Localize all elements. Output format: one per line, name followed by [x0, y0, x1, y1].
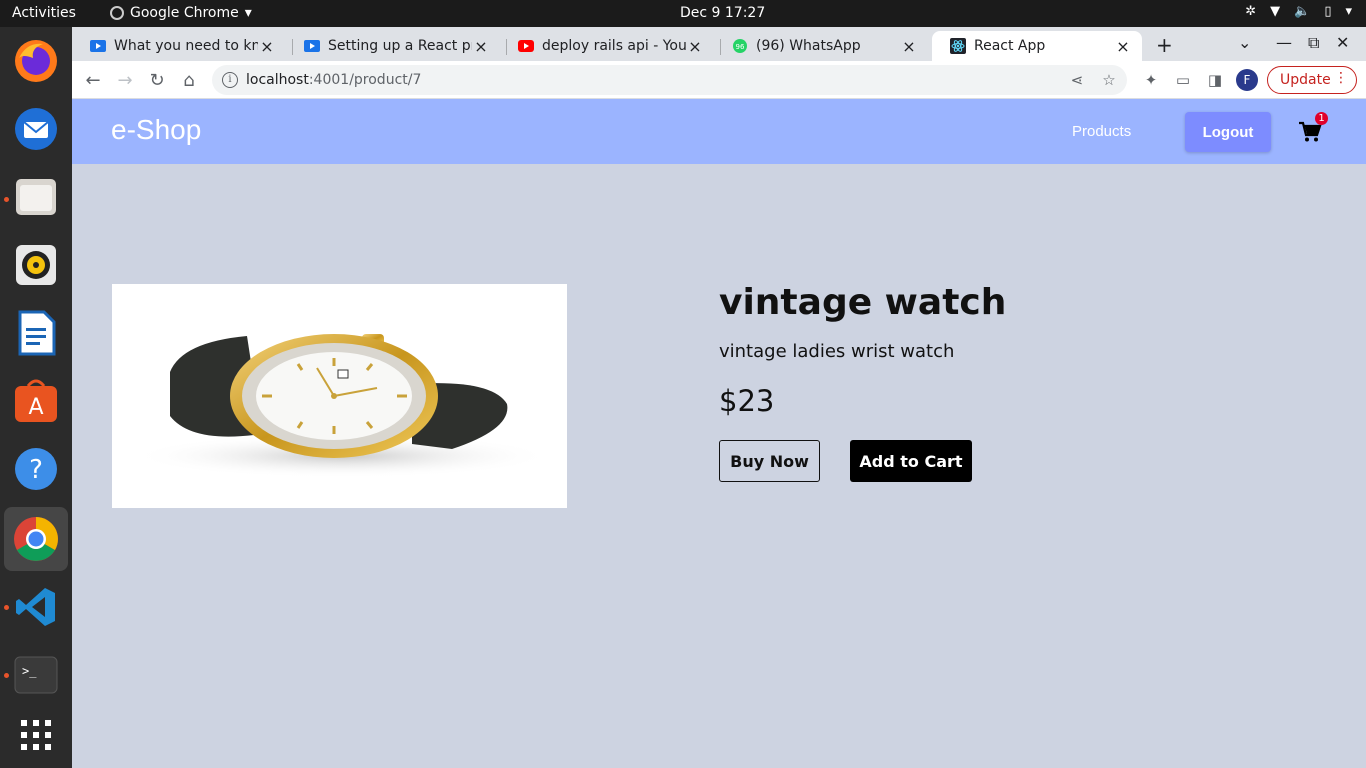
tab-0[interactable]: What you need to kno ×	[72, 31, 286, 61]
home-button[interactable]: ⌂	[176, 67, 202, 93]
terminal-icon[interactable]: >_	[12, 651, 60, 699]
update-button[interactable]: Update ⋮	[1267, 66, 1357, 94]
help-icon[interactable]: ?	[12, 445, 60, 493]
site-info-icon[interactable]: i	[222, 72, 238, 88]
more-menu-icon[interactable]: ⋮	[1334, 70, 1348, 86]
address-bar[interactable]: i localhost:4001/product/7 ⋖ ☆	[212, 65, 1127, 95]
side-panel-icon[interactable]: ◨	[1204, 69, 1226, 91]
app-menu-label: Google Chrome	[130, 5, 239, 21]
react-icon	[950, 38, 966, 54]
close-icon[interactable]: ×	[1114, 37, 1132, 56]
bookmark-star-icon[interactable]: ☆	[1098, 69, 1120, 91]
firefox-icon[interactable]	[12, 37, 60, 85]
close-window-icon[interactable]: ✕	[1336, 33, 1349, 52]
running-indicator	[4, 605, 9, 610]
maximize-icon[interactable]: ⧉	[1308, 33, 1319, 53]
svg-text:A: A	[28, 395, 43, 420]
back-button[interactable]: ←	[80, 67, 106, 93]
files-icon[interactable]	[12, 173, 60, 221]
buy-now-button[interactable]: Buy Now	[719, 440, 820, 482]
tab-search-icon[interactable]: ⌄	[1238, 33, 1251, 52]
chevron-down-icon: ▾	[244, 5, 252, 21]
update-label: Update	[1280, 72, 1331, 88]
site-navbar: e-Shop Products Logout 1	[72, 99, 1366, 164]
profile-avatar[interactable]: F	[1236, 69, 1258, 91]
volume-icon: 🔈	[1294, 4, 1311, 19]
browser-toolbar: ← → ↻ ⌂ i localhost:4001/product/7 ⋖ ☆ ✦…	[72, 61, 1366, 99]
web-page: e-Shop Products Logout 1 vintage watch v…	[72, 99, 1366, 768]
close-icon[interactable]: ×	[686, 37, 704, 56]
close-icon[interactable]: ×	[258, 37, 276, 56]
system-tray[interactable]: ✲ ▼ 🔈 ▯ ▾	[1245, 4, 1352, 19]
product-description: vintage ladies wrist watch	[719, 341, 955, 362]
product-price: $23	[719, 384, 775, 418]
clock[interactable]: Dec 9 17:27	[680, 5, 765, 21]
extensions-icon[interactable]: ✦	[1140, 69, 1162, 91]
browser-window: What you need to kno × Setting up a Reac…	[72, 27, 1366, 768]
vscode-icon[interactable]	[12, 583, 60, 631]
activities-button[interactable]: Activities	[12, 5, 76, 21]
close-icon[interactable]: ×	[900, 37, 918, 56]
dock: A ? >_	[0, 27, 72, 768]
chrome-small-icon	[110, 6, 124, 20]
minimize-icon[interactable]: —	[1276, 33, 1292, 52]
cart-count-badge: 1	[1315, 112, 1328, 125]
video-icon	[304, 38, 320, 54]
logout-button[interactable]: Logout	[1185, 112, 1271, 152]
tab-4-active[interactable]: React App ×	[932, 31, 1142, 61]
site-brand[interactable]: e-Shop	[111, 114, 201, 146]
network-activity-icon: ✲	[1245, 4, 1257, 19]
tab-1[interactable]: Setting up a React pro ×	[286, 31, 500, 61]
tab-label: What you need to kno	[114, 38, 258, 54]
nav-products-link[interactable]: Products	[1072, 123, 1131, 140]
running-indicator	[4, 197, 9, 202]
tab-label: Setting up a React pro	[328, 38, 472, 54]
app-menu[interactable]: Google Chrome ▾	[110, 5, 252, 21]
reload-button[interactable]: ↻	[144, 67, 170, 93]
system-top-bar: Activities Google Chrome ▾ Dec 9 17:27 ✲…	[0, 0, 1366, 27]
tab-2[interactable]: deploy rails api - YouT ×	[500, 31, 714, 61]
wifi-icon: ▼	[1270, 4, 1281, 19]
chevron-down-icon: ▾	[1345, 4, 1352, 19]
battery-icon: ▯	[1324, 4, 1332, 19]
chrome-icon[interactable]	[4, 507, 68, 571]
new-tab-button[interactable]: +	[1156, 33, 1173, 57]
svg-text:>_: >_	[22, 664, 37, 678]
cast-icon[interactable]: ▭	[1172, 69, 1194, 91]
url-host: localhost	[246, 72, 309, 88]
whatsapp-icon: 96	[732, 38, 748, 54]
tab-label: deploy rails api - YouT	[542, 38, 686, 54]
libreoffice-writer-icon[interactable]	[12, 309, 60, 357]
add-to-cart-button[interactable]: Add to Cart	[850, 440, 972, 482]
product-title: vintage watch	[719, 282, 1007, 323]
svg-text:?: ?	[29, 455, 43, 485]
tab-label: React App	[974, 38, 1046, 54]
show-apps-icon[interactable]	[12, 711, 60, 759]
video-icon	[90, 38, 106, 54]
rhythmbox-icon[interactable]	[12, 241, 60, 289]
share-icon[interactable]: ⋖	[1066, 69, 1088, 91]
youtube-icon	[518, 38, 534, 54]
tab-label: (96) WhatsApp	[756, 38, 861, 54]
close-icon[interactable]: ×	[472, 37, 490, 56]
product-image	[112, 284, 567, 508]
tab-strip: What you need to kno × Setting up a Reac…	[72, 27, 1366, 61]
thunderbird-icon[interactable]	[12, 105, 60, 153]
tab-3[interactable]: 96 (96) WhatsApp ×	[714, 31, 928, 61]
app-center-icon[interactable]: A	[12, 377, 60, 425]
forward-button[interactable]: →	[112, 67, 138, 93]
svg-text:96: 96	[736, 43, 745, 51]
url-path: :4001/product/7	[308, 72, 422, 88]
running-indicator	[4, 673, 9, 678]
